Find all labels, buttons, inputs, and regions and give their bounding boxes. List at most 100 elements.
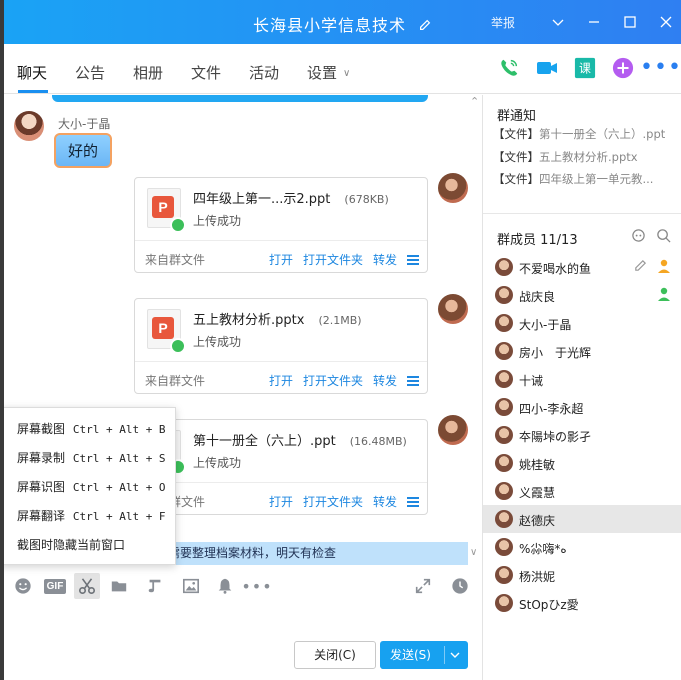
member-item[interactable]: 义霞慧 xyxy=(483,477,681,505)
member-tools xyxy=(631,228,671,243)
minimize-icon[interactable] xyxy=(579,0,609,44)
open-folder-link[interactable]: 打开文件夹 xyxy=(303,493,363,510)
divider xyxy=(135,361,427,362)
file-menu-icon[interactable] xyxy=(407,496,419,507)
forward-link[interactable]: 转发 xyxy=(373,372,397,389)
emoji-icon[interactable] xyxy=(10,573,36,599)
member-item[interactable]: 夲陽垰の影孑 xyxy=(483,421,681,449)
notice-item[interactable]: 【文件】四年级上第一单元教... xyxy=(493,171,679,187)
member-actions xyxy=(633,258,672,274)
close-icon[interactable] xyxy=(651,0,681,44)
avatar[interactable] xyxy=(438,294,468,324)
edit-pen-icon[interactable] xyxy=(418,18,432,32)
member-item[interactable]: 四小-李永超 xyxy=(483,393,681,421)
edit-pen-icon[interactable] xyxy=(633,258,648,273)
expand-icon[interactable] xyxy=(410,573,436,599)
classroom-icon[interactable]: 课 xyxy=(573,56,597,80)
dropdown-chevron-icon[interactable] xyxy=(543,0,573,44)
menu-item-hide-window[interactable]: 截图时隐藏当前窗口 xyxy=(4,531,175,560)
maximize-icon[interactable] xyxy=(615,0,645,44)
notice-item[interactable]: 【文件】五上教材分析.pptx xyxy=(493,149,679,165)
title-bar: 长海县小学信息技术 举报 xyxy=(4,0,681,44)
forward-link[interactable]: 转发 xyxy=(373,251,397,268)
bell-icon[interactable] xyxy=(212,573,238,599)
report-link[interactable]: 举报 xyxy=(491,14,515,31)
open-folder-link[interactable]: 打开文件夹 xyxy=(303,372,363,389)
tab-announcements[interactable]: 公告 xyxy=(75,62,105,83)
file-card: P 四年级上第一...示2.ppt (678KB) 上传成功 来自群文件 打开 打… xyxy=(134,177,428,273)
add-app-icon[interactable] xyxy=(611,56,635,80)
member-item[interactable]: 赵德庆 xyxy=(483,505,681,533)
menu-shortcut: Ctrl + Alt + S xyxy=(72,452,166,465)
file-name: 五上教材分析.pptx (2.1MB) xyxy=(193,309,362,328)
phone-call-icon[interactable] xyxy=(497,56,521,80)
close-button[interactable]: 关闭(C) xyxy=(294,641,376,669)
input-toolbar: GIF ••• xyxy=(4,571,482,603)
music-note-icon[interactable] xyxy=(142,573,168,599)
member-item[interactable]: 杨洪妮 xyxy=(483,561,681,589)
member-avatar xyxy=(495,370,513,388)
avatar[interactable] xyxy=(14,111,44,141)
scroll-top-icon[interactable]: ⌃ xyxy=(470,95,479,108)
member-item[interactable]: 姚桂敏 xyxy=(483,449,681,477)
file-menu-icon[interactable] xyxy=(407,375,419,386)
scissors-icon[interactable] xyxy=(74,573,100,599)
avatar[interactable] xyxy=(438,173,468,203)
member-item[interactable]: %尛嗨*ه xyxy=(483,533,681,561)
success-check-icon xyxy=(170,338,186,354)
member-item[interactable]: 大小-于晶 xyxy=(483,309,681,337)
menu-item-screen-record[interactable]: 屏幕录制 Ctrl + Alt + S xyxy=(4,444,175,473)
notice-text: 四年级上第一单元教... xyxy=(539,172,654,186)
send-divider xyxy=(444,646,445,664)
open-file-link[interactable]: 打开 xyxy=(269,251,293,268)
avatar[interactable] xyxy=(438,415,468,445)
ppt-file-icon: P xyxy=(147,309,186,354)
active-tab-indicator xyxy=(18,90,48,93)
tab-album[interactable]: 相册 xyxy=(133,62,163,83)
more-options-icon[interactable]: ••• xyxy=(640,56,681,80)
more-tools-icon[interactable]: ••• xyxy=(241,573,271,599)
header-action-icons: 课 ••• xyxy=(497,56,681,80)
forward-link[interactable]: 转发 xyxy=(373,493,397,510)
send-button[interactable]: 发送(S) xyxy=(380,641,468,669)
file-actions: 打开 打开文件夹 转发 xyxy=(269,372,419,389)
member-item[interactable]: 战庆良 xyxy=(483,281,681,309)
tab-settings[interactable]: 设置 ∨ xyxy=(307,62,350,83)
file-size: (678KB) xyxy=(344,193,389,206)
menu-shortcut: Ctrl + Alt + O xyxy=(72,481,166,494)
member-name: 房小 于光辉 xyxy=(519,346,592,360)
member-actions xyxy=(656,286,672,302)
tab-files[interactable]: 文件 xyxy=(191,62,221,83)
image-icon[interactable] xyxy=(178,573,204,599)
member-name: 十诫 xyxy=(519,374,544,388)
send-options-chevron-icon[interactable] xyxy=(450,650,460,660)
file-card: P 五上教材分析.pptx (2.1MB) 上传成功 来自群文件 打开 打开文件夹… xyxy=(134,298,428,394)
scroll-down-icon[interactable]: ∨ xyxy=(470,547,477,558)
video-call-icon[interactable] xyxy=(535,56,559,80)
menu-item-screen-translate[interactable]: 屏幕翻译 Ctrl + Alt + F xyxy=(4,502,175,531)
tab-activities[interactable]: 活动 xyxy=(249,62,279,83)
file-menu-icon[interactable] xyxy=(407,254,419,265)
member-settings-icon[interactable] xyxy=(631,228,646,243)
member-item[interactable]: 不爱喝水的鱼 xyxy=(483,253,681,281)
file-name: 四年级上第一...示2.ppt (678KB) xyxy=(193,188,389,207)
member-item[interactable]: 房小 于光辉 xyxy=(483,337,681,365)
search-icon[interactable] xyxy=(656,228,671,243)
open-folder-link[interactable]: 打开文件夹 xyxy=(303,251,363,268)
notice-item[interactable]: 【文件】第十一册全（六上）.ppt xyxy=(493,126,679,142)
menu-item-screen-ocr[interactable]: 屏幕识图 Ctrl + Alt + O xyxy=(4,473,175,502)
folder-icon[interactable] xyxy=(106,573,132,599)
menu-label: 屏幕识图 xyxy=(17,480,66,494)
open-file-link[interactable]: 打开 xyxy=(269,372,293,389)
member-item[interactable]: 十诫 xyxy=(483,365,681,393)
gif-icon[interactable]: GIF xyxy=(42,573,68,599)
history-clock-icon[interactable] xyxy=(447,573,473,599)
open-file-link[interactable]: 打开 xyxy=(269,493,293,510)
tab-chat[interactable]: 聊天 xyxy=(17,62,47,83)
member-item[interactable]: ЅtОpひz愛 xyxy=(483,589,681,617)
menu-item-screen-capture[interactable]: 屏幕截图 Ctrl + Alt + B xyxy=(4,415,175,444)
member-avatar xyxy=(495,594,513,612)
file-name-text: 四年级上第一...示2.ppt xyxy=(193,192,331,207)
group-name: 长海县小学信息技术 xyxy=(252,16,406,35)
member-name: 大小-于晶 xyxy=(519,318,572,332)
